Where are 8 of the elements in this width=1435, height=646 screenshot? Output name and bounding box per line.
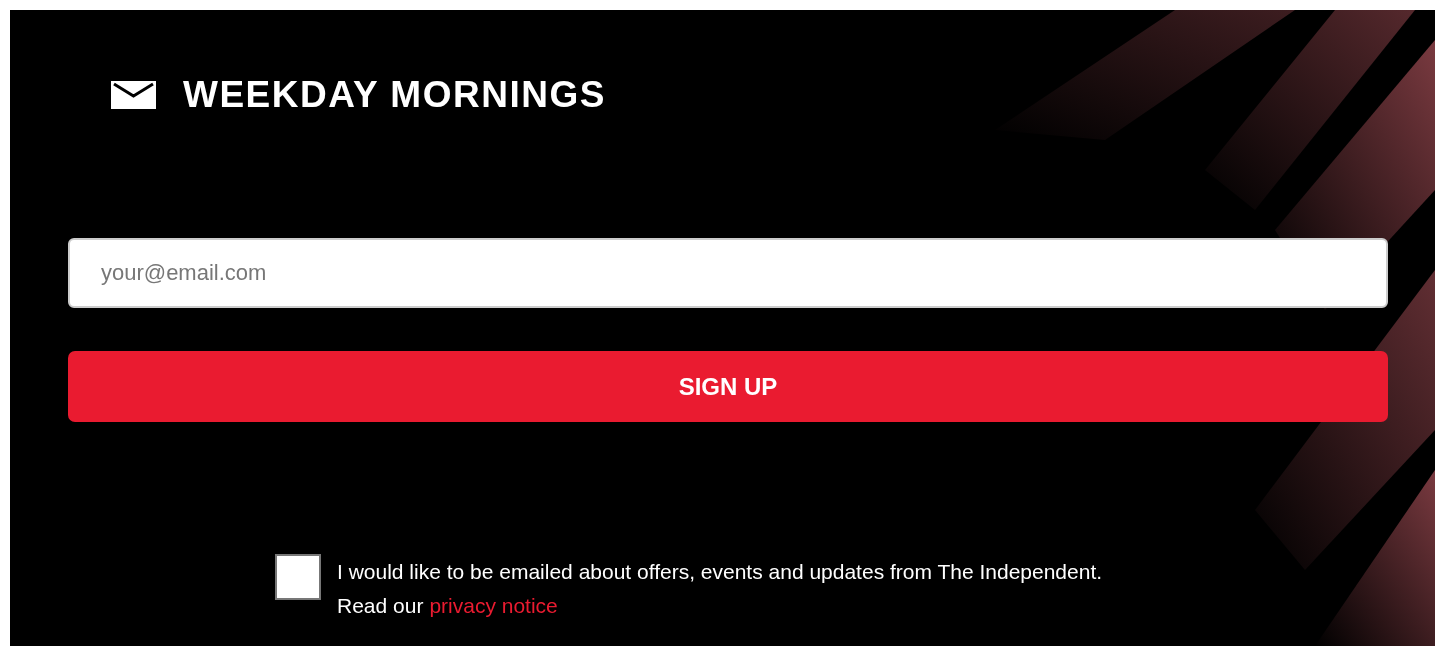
- envelope-icon: [111, 81, 156, 109]
- email-field[interactable]: your@email.com: [68, 238, 1388, 308]
- privacy-text: Read our: [337, 594, 424, 618]
- sign-up-button[interactable]: SIGN UP: [68, 351, 1388, 422]
- privacy-link[interactable]: privacy notice: [429, 594, 558, 618]
- checkbox[interactable]: [275, 554, 321, 600]
- newsletter-title: WEEKDAY MORNINGS: [183, 75, 606, 115]
- consent-text: I would like to be emailed about offers, events and updates from The Independent.: [337, 560, 1103, 584]
